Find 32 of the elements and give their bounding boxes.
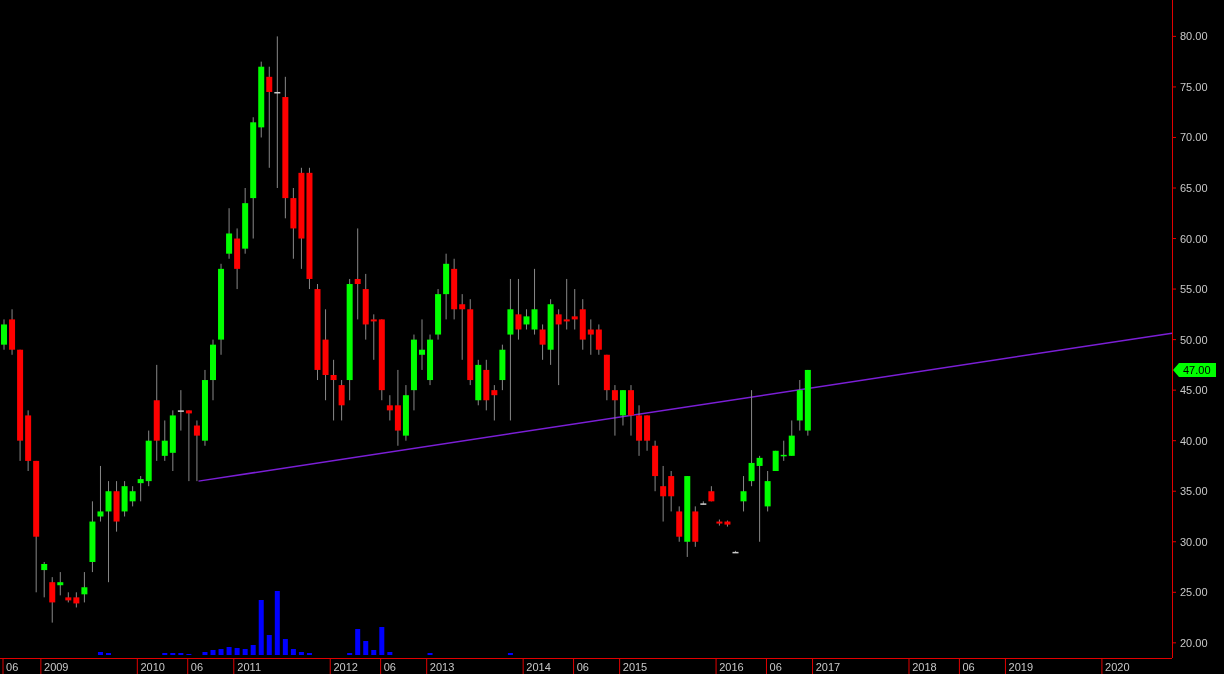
date-axis-label: 06 [962,661,975,673]
date-axis-label: 2015 [622,661,648,673]
date-axis-label: 2018 [912,661,937,673]
price-axis-label: 30.00 [1180,535,1208,548]
date-axis-label: 2019 [1008,661,1034,673]
price-axis-label: 75.00 [1180,80,1208,93]
price-axis-label: 55.00 [1180,283,1208,296]
current-price-label: 47.00 [1173,362,1216,377]
date-axis-label: 2013 [429,661,455,673]
price-axis-label: 60.00 [1180,232,1208,245]
date-axis-label: 2011 [237,661,261,673]
price-axis-label: 20.00 [1180,636,1208,649]
price-axis-label: 45.00 [1180,384,1208,397]
price-axis-label: 70.00 [1180,131,1208,144]
date-axis-label: 2010 [140,661,165,673]
date-axis-label: 2009 [44,661,69,673]
price-axis-label: 25.00 [1180,586,1208,599]
date-axis-label: 2012 [333,661,358,673]
price-axis-label: 40.00 [1180,434,1208,447]
date-axis-label: 2016 [719,661,744,673]
date-axis-label: 06 [6,661,19,673]
date-axis-label: 2017 [815,661,841,673]
price-axis-label: 65.00 [1180,182,1208,194]
price-axis-label: 50.00 [1180,333,1208,346]
date-axis-label: 06 [383,661,396,673]
price-axis-label: 35.00 [1180,485,1208,498]
date-axis-label: 2020 [1105,661,1130,673]
price-axis-label: 80.00 [1180,30,1208,43]
date-axis-label: 06 [576,661,589,673]
date-axis-label: 06 [769,661,782,673]
date-axis-label: 06 [190,661,204,673]
date-axis-label: 2014 [526,661,551,673]
